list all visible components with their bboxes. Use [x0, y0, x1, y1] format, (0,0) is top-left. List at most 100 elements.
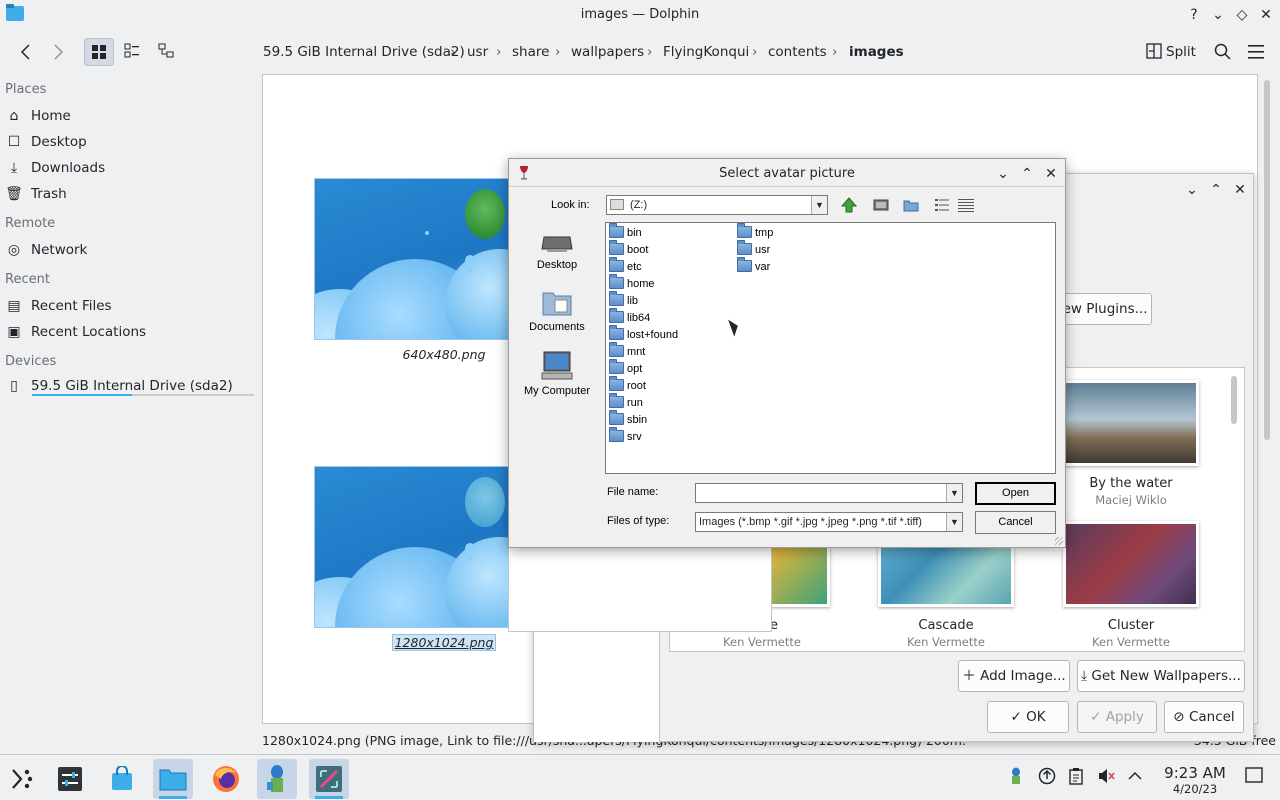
task-wine-app[interactable]	[257, 759, 297, 799]
maximize-icon[interactable]: ⌃	[1017, 163, 1037, 183]
maximize-icon[interactable]: ⌃	[1206, 180, 1226, 200]
icons-view-button[interactable]	[84, 38, 114, 66]
details-view-button[interactable]	[152, 38, 180, 66]
update-icon	[1038, 767, 1056, 785]
clipboard-tray-icon[interactable]	[1066, 767, 1086, 787]
forward-button[interactable]	[44, 38, 72, 66]
folder-icon	[737, 257, 752, 272]
chevron-up-icon	[1128, 771, 1142, 780]
task-firefox[interactable]	[206, 759, 246, 799]
update-tray-icon[interactable]	[1037, 767, 1057, 787]
task-discover[interactable]	[102, 759, 142, 799]
scrollbar-thumb[interactable]	[1231, 376, 1237, 424]
file-view-scrollbar[interactable]	[1262, 78, 1272, 724]
folder-icon	[737, 240, 752, 255]
maximize-icon[interactable]: ◇	[1232, 5, 1252, 25]
breadcrumb-separator-icon: ›	[450, 44, 456, 60]
folder-icon	[609, 393, 624, 408]
folder-item-var[interactable]: var	[737, 257, 770, 276]
scrollbar-thumb[interactable]	[1264, 80, 1270, 440]
volume-muted-tray-icon[interactable]	[1096, 767, 1116, 787]
places-item-recent-locations[interactable]: ▣ Recent Locations	[5, 321, 255, 343]
shortcut-desktop[interactable]: Desktop	[517, 231, 597, 271]
file-thumbnail-1280x1024[interactable]	[314, 466, 514, 628]
help-icon[interactable]: ?	[1184, 5, 1204, 25]
new-folder-button[interactable]	[901, 195, 921, 215]
search-button[interactable]	[1210, 38, 1234, 66]
places-item-home[interactable]: ⌂ Home	[5, 105, 255, 127]
dialog-cancel-button[interactable]: Cancel	[975, 511, 1056, 534]
places-item-desktop[interactable]: ☐ Desktop	[5, 131, 255, 153]
places-item-recent-files[interactable]: ▤ Recent Files	[5, 295, 255, 317]
task-system-settings[interactable]	[50, 759, 90, 799]
wallpaper-tile-by-the-water[interactable]	[1063, 380, 1199, 466]
open-button[interactable]: Open	[975, 482, 1056, 505]
breadcrumb-share[interactable]: share	[512, 44, 549, 60]
folder-icon	[609, 223, 624, 238]
tray-expand-icon[interactable]	[1125, 767, 1145, 787]
list-mode-button[interactable]	[932, 195, 952, 215]
ok-button[interactable]: ✓ OK	[987, 701, 1069, 733]
wallpaper-grid-scrollbar[interactable]	[1229, 374, 1239, 646]
minimize-icon[interactable]: ⌄	[1182, 180, 1202, 200]
close-icon[interactable]: ✕	[1041, 163, 1061, 183]
home-icon: ⌂	[9, 108, 19, 124]
wine-app-icon	[267, 765, 283, 792]
split-button[interactable]: Split	[1140, 38, 1202, 66]
digital-clock[interactable]: 9:23 AM 4/20/23	[1150, 764, 1240, 796]
breadcrumb-usr[interactable]: usr	[467, 44, 488, 60]
breadcrumb-wallpapers[interactable]: wallpapers	[571, 44, 644, 60]
places-item-trash[interactable]: 🗑 Trash	[5, 183, 255, 205]
details-icon	[958, 199, 974, 212]
clock-time: 9:23 AM	[1164, 764, 1226, 782]
dropdown-arrow-icon[interactable]: ▼	[811, 196, 827, 214]
shortcut-my-computer[interactable]: My Computer	[517, 351, 597, 397]
breadcrumb-images[interactable]: images	[849, 44, 904, 60]
trash-icon: 🗑	[5, 186, 23, 202]
wallpaper-tile-cluster[interactable]	[1063, 521, 1199, 607]
wallpaper-author: Ken Vermette	[723, 635, 801, 649]
wine-tray-icon[interactable]	[1006, 767, 1026, 787]
file-thumbnail-640x480[interactable]	[314, 178, 514, 340]
resize-grip[interactable]	[1055, 537, 1063, 545]
close-icon[interactable]: ✕	[1230, 180, 1250, 200]
up-folder-button[interactable]	[839, 195, 859, 215]
breadcrumb-flyingkonqui[interactable]: FlyingKonqui	[663, 44, 749, 60]
breadcrumb-drive[interactable]: 59.5 GiB Internal Drive (sda2)	[263, 44, 465, 60]
split-view-icon	[1146, 43, 1162, 59]
konqi-dragon-shape	[465, 189, 505, 239]
desktop-toolbar-button[interactable]	[871, 195, 891, 215]
task-dolphin[interactable]	[153, 759, 193, 799]
details-mode-button[interactable]	[956, 195, 976, 215]
places-item-downloads[interactable]: ⤓ Downloads	[5, 157, 255, 179]
show-desktop-button[interactable]	[1244, 767, 1264, 787]
desktop-icon: ☐	[7, 134, 21, 150]
breadcrumb-separator-icon: ›	[752, 44, 758, 60]
close-icon[interactable]: ✕	[1256, 5, 1276, 25]
folder-item-srv[interactable]: srv	[609, 427, 642, 446]
dropdown-arrow-icon[interactable]: ▼	[946, 513, 962, 531]
cancel-button[interactable]: ⊘ Cancel	[1164, 701, 1244, 733]
minimize-icon[interactable]: ⌄	[993, 163, 1013, 183]
minimize-icon[interactable]: ⌄	[1208, 5, 1228, 25]
file-name-input[interactable]: ▼	[695, 483, 963, 503]
places-item-network[interactable]: ◎ Network	[5, 239, 255, 261]
dropdown-arrow-icon[interactable]: ▼	[946, 484, 962, 502]
folder-icon	[609, 274, 624, 289]
look-in-combo[interactable]: (Z:) ▼	[606, 195, 828, 215]
places-heading: Places	[5, 82, 47, 97]
add-image-button[interactable]: ＋ Add Image...	[958, 660, 1070, 692]
breadcrumb-contents[interactable]: contents	[768, 44, 827, 60]
task-screenshot-tool[interactable]	[309, 759, 349, 799]
hamburger-menu-button[interactable]	[1244, 38, 1268, 66]
shortcut-documents[interactable]: Documents	[517, 289, 597, 333]
application-launcher-button[interactable]	[2, 759, 42, 799]
files-of-type-combo[interactable]: Images (*.bmp *.gif *.jpg *.jpeg *.png *…	[695, 512, 963, 532]
get-new-wallpapers-button[interactable]: ⤓ Get New Wallpapers...	[1077, 660, 1245, 692]
compact-view-button[interactable]	[118, 38, 146, 66]
desktop-icon	[541, 236, 573, 252]
folder-list[interactable]: bin boot etc home lib lib64 lost+found m…	[605, 222, 1056, 474]
folder-item-lost-found[interactable]: lost+found	[609, 325, 678, 344]
back-button[interactable]	[12, 38, 40, 66]
apply-button[interactable]: ✓ Apply	[1077, 701, 1157, 733]
